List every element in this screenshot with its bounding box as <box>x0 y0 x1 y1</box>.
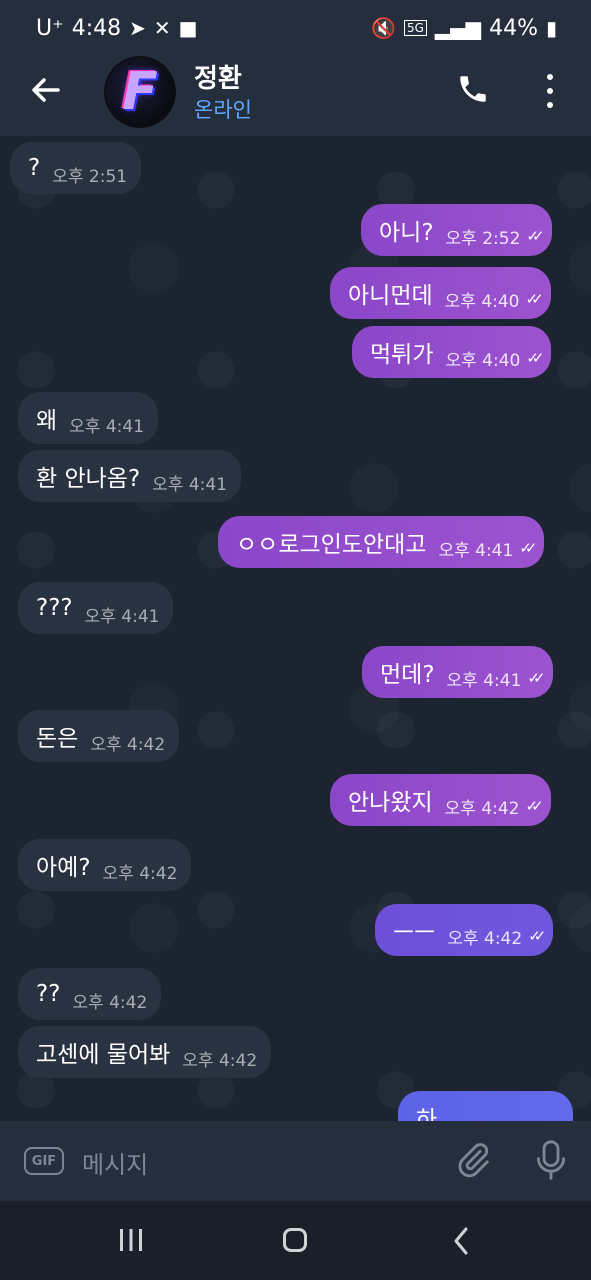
message-bubble[interactable]: 아예? 오후 4:42 <box>18 839 192 891</box>
chat-status: 온라인 <box>194 98 252 122</box>
message-time: 오후 4:40 <box>445 350 521 371</box>
mic-icon[interactable] <box>534 1139 568 1181</box>
message-bubble[interactable]: 먼데? 오후 4:41 ✓✓ <box>362 646 553 698</box>
attach-icon[interactable] <box>454 1141 492 1179</box>
double-check-icon: ✓✓ <box>525 797 544 815</box>
double-check-icon: ✓✓ <box>527 669 545 687</box>
message-text: 아니? <box>379 220 434 246</box>
message-time: 오후 4:42 <box>182 1050 258 1071</box>
message-time: 오후 4:42 <box>102 863 178 884</box>
message-bubble[interactable]: 안나왔지 오후 4:42 ✓✓ <box>330 774 551 826</box>
carrier-label: U⁺ <box>36 15 64 41</box>
message-bubble[interactable]: 왜 오후 4:41 <box>18 392 159 444</box>
double-check-icon: ✓✓ <box>526 349 544 367</box>
message-bubble[interactable]: ㅡㅡ 오후 4:42 ✓✓ <box>375 904 554 956</box>
network-type: 5G <box>403 20 427 36</box>
telegram-notification-icon: ➤ <box>129 16 146 40</box>
message-time: 오후 4:42 <box>447 928 523 949</box>
message-text: 아니먼데 <box>348 283 433 309</box>
more-vert-icon[interactable] <box>540 74 560 108</box>
message-bubble[interactable]: 먹튀가 오후 4:40 ✓✓ <box>352 326 552 378</box>
signal-icon: ▂▄▆ <box>434 16 482 40</box>
message-text: ㅡㅡ <box>393 920 436 946</box>
back-arrow-icon[interactable] <box>28 72 64 108</box>
message-time: 오후 4:42 <box>90 734 166 755</box>
message-time: 오후 4:42 <box>72 992 148 1013</box>
message-time: 오후 4:41 <box>84 606 160 627</box>
double-check-icon: ✓✓ <box>526 227 544 245</box>
message-bubble[interactable]: ?? 오후 4:42 <box>18 968 162 1020</box>
message-text: 먹튀가 <box>370 342 434 368</box>
message-bubble[interactable]: ㅇㅇ로그인도안대고 오후 4:41 ✓✓ <box>218 516 545 568</box>
message-text: ?? <box>36 981 61 1007</box>
message-text: 환 안나옴? <box>36 466 141 492</box>
double-check-icon: ✓✓ <box>525 290 544 308</box>
nav-back-icon[interactable] <box>452 1227 470 1255</box>
home-icon[interactable] <box>283 1228 307 1252</box>
message-text: 아예? <box>36 855 91 881</box>
message-text: ??? <box>36 595 73 621</box>
recent-apps-icon[interactable] <box>118 1228 144 1252</box>
status-left: U⁺ 4:48 ➤ ✕ ■ <box>36 16 198 41</box>
double-check-icon: ✓✓ <box>519 539 537 557</box>
message-bubble[interactable]: 고센에 물어봐 오후 4:42 <box>18 1026 272 1078</box>
message-time: 오후 4:41 <box>152 474 228 495</box>
message-text: 고센에 물어봐 <box>36 1042 171 1068</box>
gif-icon[interactable]: GIF <box>24 1147 64 1175</box>
message-text: 안나왔지 <box>348 790 433 816</box>
clock: 4:48 <box>71 15 122 41</box>
message-bubble[interactable]: ? 오후 2:51 <box>10 142 142 194</box>
message-bubble[interactable]: ??? 오후 4:41 <box>18 582 174 634</box>
message-bubble[interactable]: 환 안나옴? 오후 4:41 <box>18 450 242 502</box>
message-input[interactable]: 메시지 <box>82 1145 148 1180</box>
message-time: 오후 4:41 <box>438 540 514 561</box>
message-time: 오후 4:41 <box>446 670 522 691</box>
message-bubble[interactable]: 돈은 오후 4:42 <box>18 710 180 762</box>
avatar-letter: F <box>122 62 158 122</box>
message-time: 오후 4:40 <box>444 291 520 312</box>
message-time: 오후 2:51 <box>52 166 128 187</box>
message-bubble[interactable]: 하 <box>398 1091 573 1121</box>
chat-header: F 정환 온라인 <box>0 56 591 136</box>
message-text: 먼데? <box>380 662 435 688</box>
message-composer: GIF 메시지 <box>0 1121 591 1201</box>
missed-call-icon: ✕ <box>153 16 171 40</box>
system-navigation-bar <box>0 1201 591 1280</box>
phone-icon[interactable] <box>456 72 490 106</box>
battery-icon: ▮ <box>545 16 557 40</box>
message-text: 돈은 <box>36 726 79 752</box>
message-text: 왜 <box>36 408 58 434</box>
message-time: 오후 4:42 <box>444 798 520 819</box>
avatar[interactable]: F <box>106 58 174 126</box>
chat-title[interactable]: 정환 <box>194 58 242 95</box>
message-time: 오후 4:41 <box>69 416 145 437</box>
message-text: 하 <box>416 1107 438 1121</box>
status-bar: U⁺ 4:48 ➤ ✕ ■ 🔇 5G ▂▄▆ 44% ▮ <box>0 0 591 56</box>
shopping-bag-icon: ■ <box>178 16 198 40</box>
message-text: ? <box>28 155 41 181</box>
message-bubble[interactable]: 아니먼데 오후 4:40 ✓✓ <box>330 267 551 319</box>
message-list[interactable]: ? 오후 2:51 아니? 오후 2:52 ✓✓ 아니먼데 오후 4:40 ✓✓… <box>0 136 591 1121</box>
battery-percent: 44% <box>489 15 538 41</box>
message-bubble[interactable]: 아니? 오후 2:52 ✓✓ <box>361 204 552 256</box>
mute-icon: 🔇 <box>371 16 396 40</box>
message-text: ㅇㅇ로그인도안대고 <box>236 532 427 558</box>
status-right: 🔇 5G ▂▄▆ 44% ▮ <box>371 16 557 41</box>
double-check-icon: ✓✓ <box>528 927 546 945</box>
message-time: 오후 2:52 <box>445 228 521 249</box>
